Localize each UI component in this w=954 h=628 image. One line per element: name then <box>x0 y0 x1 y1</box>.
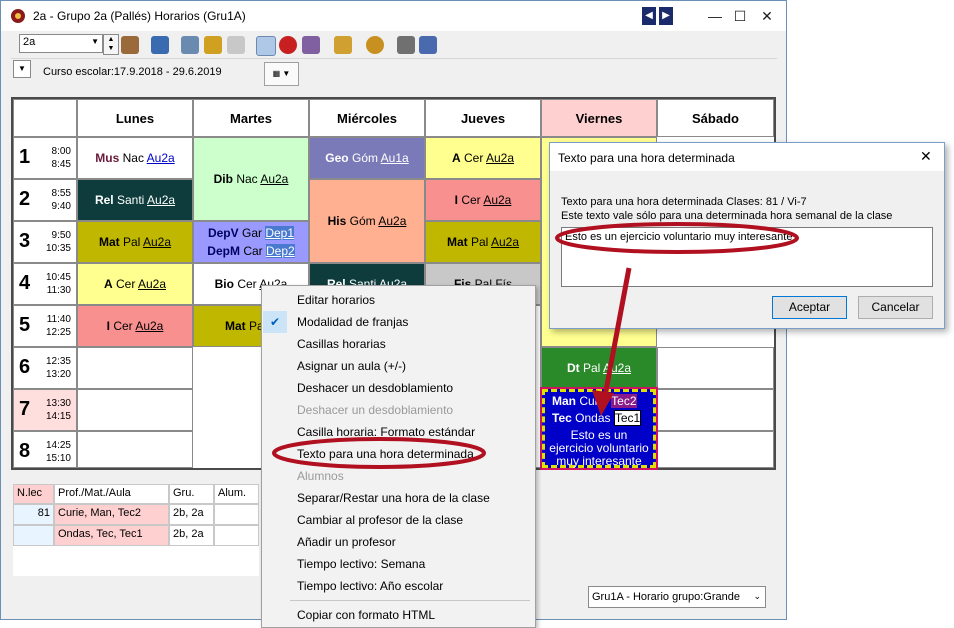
annotation-oval <box>272 437 486 469</box>
annotation-oval <box>555 222 799 254</box>
annotation-arrowhead <box>592 390 614 416</box>
annotation-arrow <box>602 267 632 397</box>
annotation-overlay <box>272 222 799 469</box>
